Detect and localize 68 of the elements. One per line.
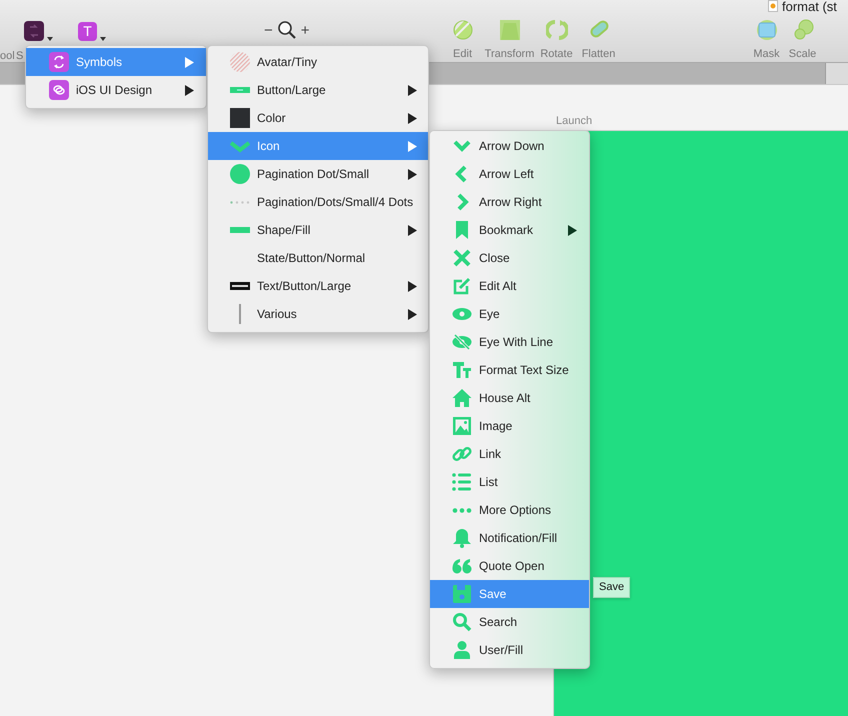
edit-icon xyxy=(452,276,472,296)
menu-item[interactable]: User/Fill xyxy=(430,636,589,664)
menu-item[interactable]: Image xyxy=(430,412,589,440)
menu-item[interactable]: Arrow Down xyxy=(430,132,589,160)
symbol-icon xyxy=(24,21,44,41)
zoom-in-button[interactable]: + xyxy=(300,22,310,38)
menu-item[interactable]: Bookmark xyxy=(430,216,589,244)
menu-item[interactable]: Avatar/Tiny xyxy=(208,48,428,76)
list-icon xyxy=(452,472,472,492)
transform-icon xyxy=(498,19,521,41)
rotate-icon xyxy=(546,19,568,41)
menu-item[interactable]: Arrow Right xyxy=(430,188,589,216)
text-size-icon xyxy=(452,360,472,380)
image-icon xyxy=(452,416,472,436)
menu-item[interactable]: House Alt xyxy=(430,384,589,412)
text-tool-button[interactable]: T xyxy=(78,19,106,41)
menu-item[interactable]: Text/Button/Large xyxy=(208,272,428,300)
menu-item[interactable]: Arrow Left xyxy=(430,160,589,188)
menu-item[interactable]: Color xyxy=(208,104,428,132)
menu-item[interactable]: More Options xyxy=(430,496,589,524)
more-options-icon xyxy=(452,508,472,512)
hatched-circle-icon xyxy=(230,52,250,72)
mask-icon xyxy=(756,19,778,41)
dot-icon xyxy=(230,164,250,184)
menu-item[interactable]: Pagination Dot/Small xyxy=(208,160,428,188)
quote-icon xyxy=(452,556,472,576)
search-icon xyxy=(276,20,297,40)
links-icon xyxy=(49,80,69,100)
menu-item[interactable]: Pagination/Dots/Small/4 Dots xyxy=(208,188,428,216)
bell-icon xyxy=(452,528,472,548)
menu-item[interactable]: List xyxy=(430,468,589,496)
dots-icon xyxy=(230,200,250,204)
edit-icon xyxy=(452,19,474,41)
menu-item[interactable]: Button/Large xyxy=(208,76,428,104)
scale-icon xyxy=(792,19,814,41)
symbols-button[interactable] xyxy=(24,19,53,41)
caret-icon xyxy=(47,37,53,41)
caret-icon xyxy=(100,37,106,41)
tool-label: S xyxy=(16,50,24,62)
document-title: format (st xyxy=(782,0,837,13)
menu-item[interactable]: Search xyxy=(430,608,589,636)
document-icon xyxy=(768,0,778,12)
menu-item[interactable]: iOS UI Design xyxy=(26,76,206,104)
menu-item[interactable]: Shape/Fill xyxy=(208,216,428,244)
menu-item[interactable]: Close xyxy=(430,244,589,272)
search-icon xyxy=(452,612,472,632)
menu-item[interactable]: Link xyxy=(430,440,589,468)
link-icon xyxy=(452,444,472,464)
eye-with-line-icon xyxy=(452,332,472,352)
menu-item[interactable]: Edit Alt xyxy=(430,272,589,300)
menu-item[interactable]: State/Button/Normal xyxy=(208,244,428,272)
tool-label: ool xyxy=(0,50,15,62)
artboard-label: Launch xyxy=(556,115,594,127)
text-tool-glyph: T xyxy=(78,22,97,41)
menu-item[interactable]: Various xyxy=(208,300,428,328)
menu-item[interactable]: Notification/Fill xyxy=(430,524,589,552)
user-icon xyxy=(452,640,472,660)
square-swatch-icon xyxy=(230,108,250,128)
tooltip: Save xyxy=(593,577,630,598)
menu-item[interactable]: Eye With Line xyxy=(430,328,589,356)
menu-item[interactable]: Eye xyxy=(430,300,589,328)
house-icon xyxy=(452,388,472,408)
menu-item[interactable]: Quote Open xyxy=(430,552,589,580)
vertical-line-icon xyxy=(239,304,241,324)
close-icon xyxy=(452,248,472,268)
zoom-out-button[interactable]: − xyxy=(264,22,273,38)
menu-item[interactable]: Format Text Size xyxy=(430,356,589,384)
symbols-icon xyxy=(49,52,69,72)
